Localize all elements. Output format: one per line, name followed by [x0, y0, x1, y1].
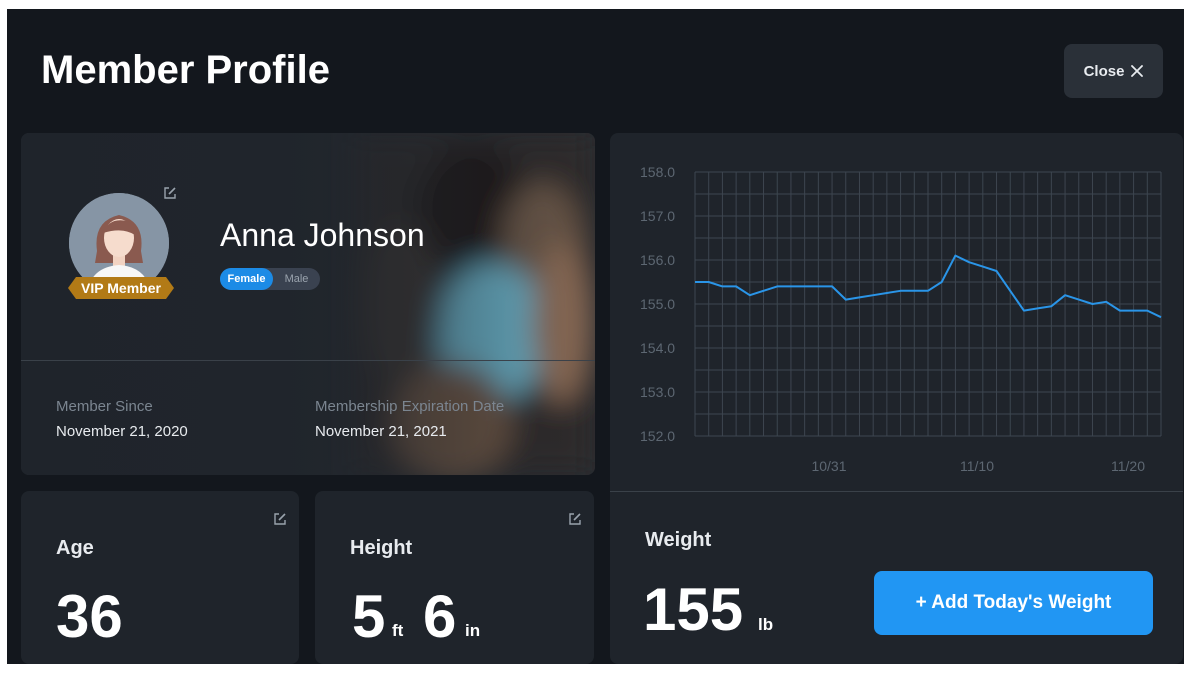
edit-height-icon[interactable]: [568, 512, 582, 526]
x-tick-label: 10/31: [811, 458, 846, 474]
y-tick-label: 156.0: [640, 252, 675, 268]
member-profile-window: Member Profile Close VIP Member Anna Joh…: [7, 9, 1184, 664]
age-label: Age: [56, 537, 94, 559]
page-title: Member Profile: [41, 48, 330, 92]
y-tick-label: 152.0: [640, 428, 675, 444]
weight-unit: lb: [758, 615, 774, 634]
gender-toggle[interactable]: Female Male: [220, 268, 320, 290]
y-tick-label: 153.0: [640, 384, 675, 400]
y-tick-label: 155.0: [640, 296, 675, 312]
divider: [21, 360, 595, 361]
x-tick-label: 11/20: [1111, 458, 1145, 474]
height-inches: 6: [423, 583, 457, 650]
weight-label: Weight: [645, 529, 712, 551]
weight-card: 158.0 157.0 156.0 155.0 154.0 153.0 152.0 10/31…: [610, 133, 1183, 664]
close-label: Close: [1083, 62, 1125, 80]
add-weight-button[interactable]: + Add Today's Weight: [874, 571, 1153, 635]
y-tick-label: 154.0: [640, 340, 675, 356]
height-label: Height: [350, 537, 413, 559]
gender-option-female[interactable]: Female: [220, 268, 273, 290]
height-card: Height 5 ft 6 in: [315, 491, 594, 664]
divider: [610, 491, 1183, 492]
height-feet-unit: ft: [392, 621, 404, 640]
close-icon: [1131, 65, 1144, 77]
member-name: Anna Johnson: [220, 217, 425, 253]
expiration-value: November 21, 2021: [315, 423, 447, 440]
age-value: 36: [56, 583, 123, 650]
height-inches-unit: in: [465, 621, 481, 640]
vip-badge: VIP Member: [66, 277, 176, 299]
weight-value: 155: [643, 576, 744, 643]
x-tick-label: 11/10: [960, 458, 994, 474]
close-button[interactable]: Close: [1064, 44, 1163, 98]
y-tick-label: 157.0: [640, 208, 675, 224]
profile-card: VIP Member Anna Johnson Female Male Memb…: [21, 133, 595, 475]
edit-age-icon[interactable]: [273, 512, 287, 526]
gender-option-male[interactable]: Male: [273, 268, 320, 290]
avatar: VIP Member: [66, 193, 176, 303]
expiration-label: Membership Expiration Date: [315, 398, 505, 415]
age-card: Age 36: [21, 491, 299, 664]
weight-chart: 158.0 157.0 156.0 155.0 154.0 153.0 152.0 10/31…: [640, 164, 1162, 474]
height-feet: 5: [352, 583, 386, 650]
member-since-value: November 21, 2020: [56, 423, 188, 440]
member-since-label: Member Since: [56, 398, 153, 415]
y-tick-label: 158.0: [640, 164, 675, 180]
